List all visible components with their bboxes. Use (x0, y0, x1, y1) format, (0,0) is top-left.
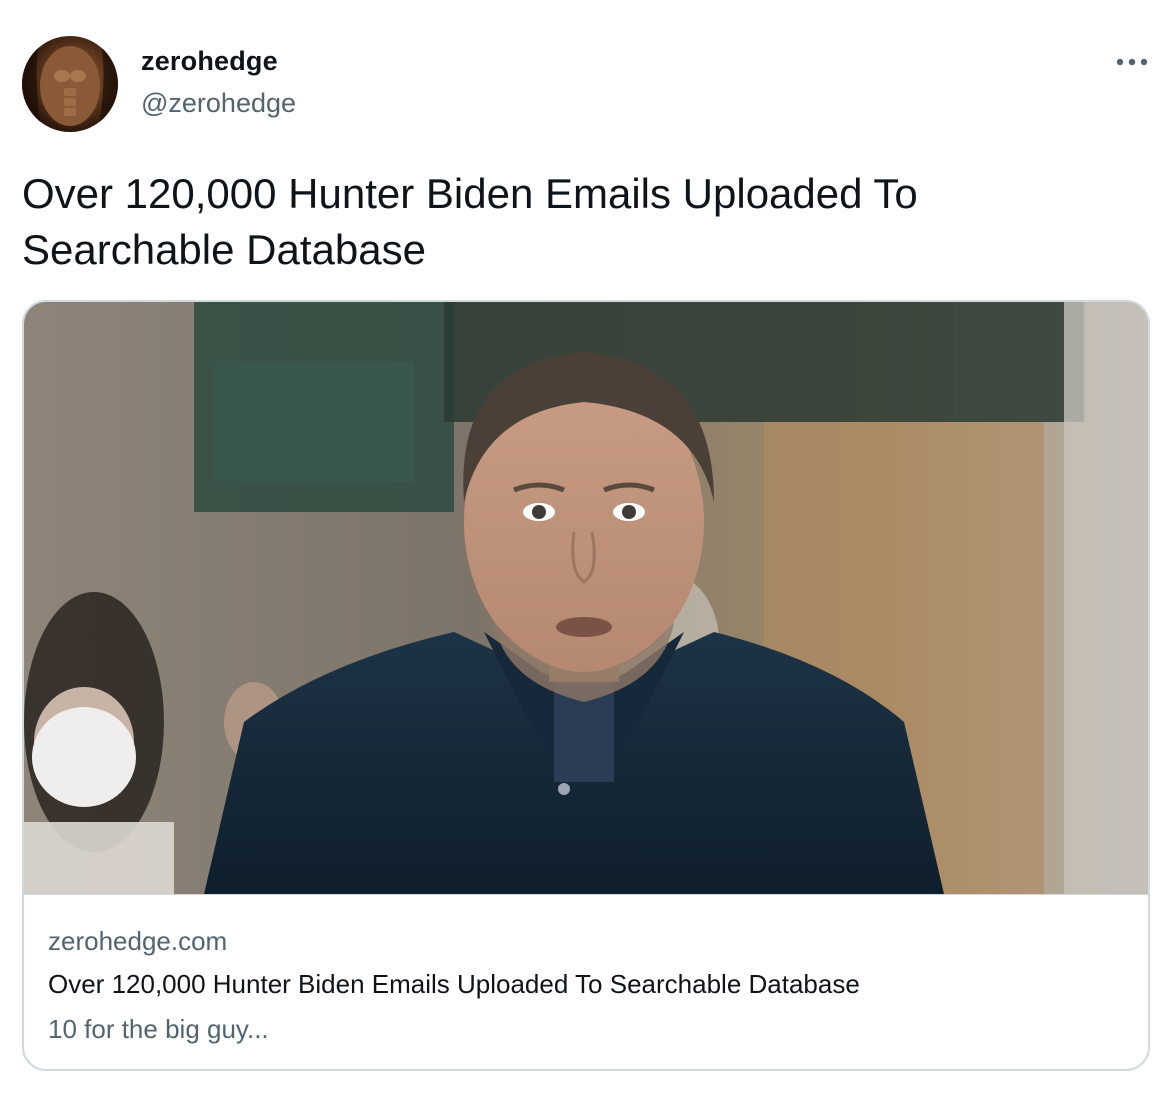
tweet-text: Over 120,000 Hunter Biden Emails Uploade… (22, 170, 918, 273)
card-description: 10 for the big guy... (48, 1014, 269, 1044)
avatar[interactable] (22, 36, 118, 132)
news-photo-icon (24, 302, 1148, 894)
card-image[interactable] (24, 302, 1148, 895)
more-options-button[interactable] (1112, 48, 1152, 76)
link-preview-card[interactable]: zerohedge.com Over 120,000 Hunter Biden … (22, 300, 1150, 1071)
avatar-photo-icon (22, 36, 118, 132)
user-handle[interactable]: @zerohedge (141, 88, 296, 119)
card-domain: zerohedge.com (48, 926, 228, 956)
tweet: zerohedge @zerohedge Over 120,000 Hunter… (0, 0, 1172, 1094)
display-name[interactable]: zerohedge (141, 46, 278, 77)
card-title: Over 120,000 Hunter Biden Emails Uploade… (48, 969, 860, 999)
more-horizontal-icon (1116, 58, 1148, 66)
